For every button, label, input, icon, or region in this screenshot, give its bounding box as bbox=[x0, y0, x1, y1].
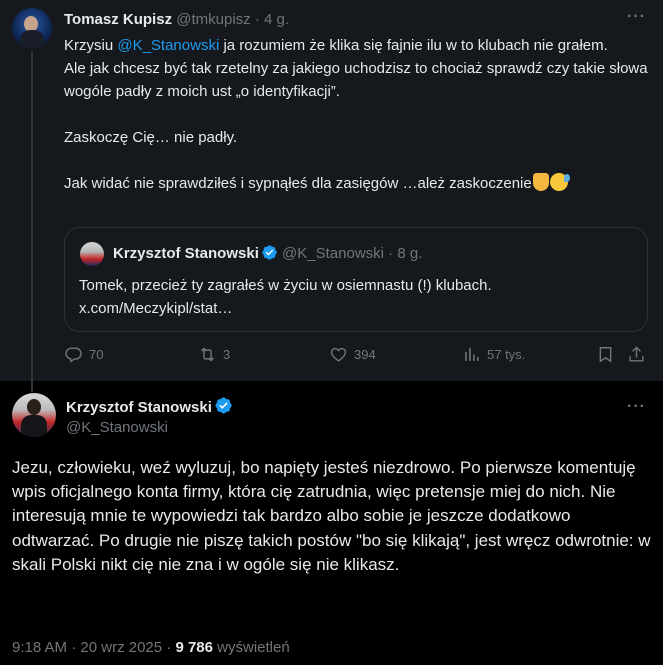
separator: · bbox=[71, 639, 77, 656]
separator: · bbox=[166, 639, 172, 656]
timestamp[interactable]: 4 g. bbox=[264, 11, 289, 28]
author-name[interactable]: Tomasz Kupisz bbox=[64, 11, 172, 28]
tweet-time[interactable]: 9:18 AM bbox=[12, 639, 67, 656]
separator: · bbox=[254, 11, 260, 28]
main-author-handle[interactable]: @K_Stanowski bbox=[66, 418, 168, 438]
share-button[interactable] bbox=[627, 345, 646, 364]
reply-button[interactable]: 70 bbox=[64, 345, 103, 364]
repost-icon bbox=[201, 347, 214, 362]
quote-link[interactable]: x.com/Meczykipl/stat… bbox=[79, 297, 639, 320]
views-count: 9 786 bbox=[175, 639, 213, 656]
quote-text: Tomek, przecież ty zagrałeś w życiu w os… bbox=[79, 274, 639, 320]
quote-author-name: Krzysztof Stanowski bbox=[113, 245, 259, 262]
main-author-name[interactable]: Krzysztof Stanowski bbox=[66, 396, 233, 418]
views-button[interactable]: 57 tys. bbox=[462, 345, 525, 364]
tweet-date[interactable]: 20 wrz 2025 bbox=[80, 639, 162, 656]
author-name-text: Krzysztof Stanowski bbox=[66, 399, 212, 416]
reply-text: Krzysiu @K_Stanowski ja rozumiem że klik… bbox=[64, 34, 654, 195]
like-count: 394 bbox=[354, 347, 376, 362]
author-handle[interactable]: @tmkupisz bbox=[176, 11, 250, 28]
heart-icon bbox=[330, 347, 347, 362]
text-segment: ja rozumiem że klika się fajnie ilu w to… bbox=[219, 37, 608, 54]
action-bar: 70 3 394 57 tys. bbox=[64, 345, 654, 367]
verified-badge-icon bbox=[262, 245, 277, 260]
quote-text-line: Tomek, przecież ty zagrałeś w życiu w os… bbox=[79, 277, 492, 294]
repost-button[interactable]: 3 bbox=[198, 345, 230, 364]
more-options-icon[interactable]: ··· bbox=[627, 398, 646, 416]
main-tweet-text: Jezu, człowieku, weź wyluzuj, bo napięty… bbox=[12, 458, 651, 574]
mention-link[interactable]: @K_Stanowski bbox=[117, 37, 219, 54]
tweet-meta: 9:18 AM · 20 wrz 2025 · 9 786 wyświetleń bbox=[12, 638, 290, 658]
quote-header: Krzysztof Stanowski @K_Stanowski · 8 g. bbox=[113, 244, 422, 264]
separator: · bbox=[388, 245, 394, 262]
reply-line-1: Krzysiu @K_Stanowski ja rozumiem że klik… bbox=[64, 34, 654, 57]
quote-timestamp: 8 g. bbox=[397, 245, 423, 262]
bookmark-icon bbox=[599, 347, 612, 363]
more-options-icon[interactable]: ··· bbox=[627, 8, 646, 26]
reply-tweet[interactable]: Tomasz Kupisz @tmkupisz · 4 g. ··· Krzys… bbox=[0, 0, 663, 392]
share-icon bbox=[629, 346, 644, 362]
views-chart-icon bbox=[465, 348, 479, 361]
reply-line-3: Zaskoczę Cię… nie padły. bbox=[64, 129, 238, 146]
views-label: wyświetleń bbox=[217, 639, 290, 656]
reply-count: 70 bbox=[89, 347, 104, 362]
reply-line-4: Jak widać nie sprawdziłeś i sypnąłeś dla… bbox=[64, 172, 654, 195]
avatar[interactable] bbox=[12, 8, 52, 48]
reply-line-2: Ale jak chcesz być tak rzetelny za jakie… bbox=[64, 60, 648, 100]
thread-line bbox=[31, 52, 33, 392]
avatar bbox=[80, 242, 104, 266]
avatar[interactable] bbox=[12, 393, 56, 437]
repost-count: 3 bbox=[223, 347, 231, 362]
like-button[interactable]: 394 bbox=[329, 345, 376, 364]
text-segment: Krzysiu bbox=[64, 37, 118, 54]
reply-icon bbox=[65, 347, 82, 363]
bookmark-button[interactable] bbox=[596, 345, 615, 364]
verified-badge-icon bbox=[215, 397, 232, 414]
sweat-smile-icon bbox=[549, 173, 570, 191]
reply-header: Tomasz Kupisz @tmkupisz · 4 g. bbox=[64, 10, 289, 30]
views-count: 57 tys. bbox=[487, 347, 526, 362]
thumbs-down-icon bbox=[532, 173, 549, 191]
quote-author-handle: @K_Stanowski bbox=[282, 245, 384, 262]
text-segment: Jak widać nie sprawdziłeś i sypnąłeś dla… bbox=[64, 175, 532, 192]
quoted-tweet-card[interactable]: Krzysztof Stanowski @K_Stanowski · 8 g. … bbox=[64, 227, 648, 332]
